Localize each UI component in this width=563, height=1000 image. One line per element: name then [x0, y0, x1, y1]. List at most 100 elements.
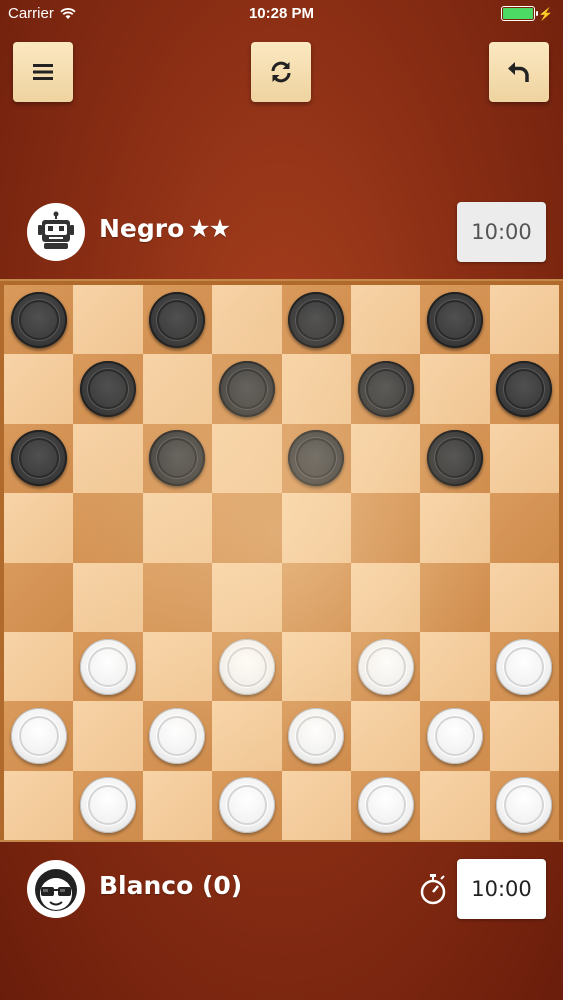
- black-checker-piece[interactable]: [149, 430, 206, 487]
- board-square[interactable]: [281, 770, 351, 840]
- board-square[interactable]: [4, 423, 74, 494]
- board-square[interactable]: [4, 701, 74, 771]
- board-square[interactable]: [4, 770, 74, 840]
- board-square[interactable]: [73, 631, 143, 702]
- board-square[interactable]: [142, 354, 213, 424]
- battery-icon: [501, 6, 539, 21]
- board-square[interactable]: [350, 770, 421, 840]
- board-square[interactable]: [73, 285, 143, 355]
- board-square[interactable]: [281, 701, 351, 771]
- board-square[interactable]: [420, 493, 490, 563]
- board-square[interactable]: [281, 354, 351, 424]
- black-checker-piece[interactable]: [426, 430, 483, 487]
- white-checker-piece[interactable]: [426, 707, 483, 764]
- black-checker-piece[interactable]: [496, 361, 553, 418]
- board-square[interactable]: [420, 423, 490, 494]
- board-square[interactable]: [73, 770, 143, 840]
- board-square[interactable]: [4, 631, 74, 702]
- refresh-icon: [271, 61, 291, 83]
- white-checker-piece[interactable]: [496, 638, 553, 695]
- black-checker-piece[interactable]: [218, 361, 275, 418]
- board-square[interactable]: [489, 423, 559, 494]
- checkers-board[interactable]: [4, 285, 559, 840]
- board-square[interactable]: [420, 701, 490, 771]
- board-square[interactable]: [350, 701, 421, 771]
- board-square[interactable]: [142, 285, 213, 355]
- black-checker-piece[interactable]: [10, 430, 67, 487]
- board-square[interactable]: [142, 631, 213, 702]
- black-checker-piece[interactable]: [288, 430, 345, 487]
- board-square[interactable]: [73, 493, 143, 563]
- board-square[interactable]: [489, 701, 559, 771]
- board-square[interactable]: [489, 354, 559, 424]
- board-square[interactable]: [281, 423, 351, 494]
- board-square[interactable]: [73, 423, 143, 494]
- board-square[interactable]: [281, 631, 351, 702]
- board-square[interactable]: [350, 354, 421, 424]
- board-square[interactable]: [212, 562, 282, 632]
- white-checker-piece[interactable]: [80, 638, 137, 695]
- board-square[interactable]: [142, 493, 213, 563]
- black-checker-piece[interactable]: [10, 291, 67, 348]
- board-square[interactable]: [142, 701, 213, 771]
- board-square[interactable]: [73, 354, 143, 424]
- white-checker-piece[interactable]: [496, 777, 553, 834]
- board-square[interactable]: [489, 493, 559, 563]
- opponent-name-label: Negro: [99, 214, 185, 243]
- board-square[interactable]: [212, 701, 282, 771]
- black-checker-piece[interactable]: [80, 361, 137, 418]
- white-checker-piece[interactable]: [218, 638, 275, 695]
- restart-button[interactable]: [251, 42, 311, 102]
- board-square[interactable]: [281, 562, 351, 632]
- undo-button[interactable]: [489, 42, 549, 102]
- board-square[interactable]: [4, 493, 74, 563]
- clock-time: 10:28 PM: [248, 5, 315, 22]
- board-square[interactable]: [4, 285, 74, 355]
- white-checker-piece[interactable]: [218, 777, 275, 834]
- white-checker-piece[interactable]: [80, 777, 137, 834]
- board-square[interactable]: [420, 354, 490, 424]
- board-square[interactable]: [489, 285, 559, 355]
- white-checker-piece[interactable]: [357, 638, 414, 695]
- board-square[interactable]: [420, 285, 490, 355]
- board-square[interactable]: [489, 562, 559, 632]
- robot-icon: [38, 211, 74, 249]
- white-checker-piece[interactable]: [149, 707, 206, 764]
- board-square[interactable]: [4, 354, 74, 424]
- white-checker-piece[interactable]: [288, 707, 345, 764]
- white-checker-piece[interactable]: [10, 707, 67, 764]
- board-square[interactable]: [281, 493, 351, 563]
- opponent-name: Negro ★★: [99, 214, 231, 243]
- white-checker-piece[interactable]: [357, 777, 414, 834]
- board-square[interactable]: [350, 493, 421, 563]
- board-square[interactable]: [212, 770, 282, 840]
- board-square[interactable]: [142, 562, 213, 632]
- board-square[interactable]: [142, 770, 213, 840]
- board-square[interactable]: [212, 423, 282, 494]
- board-square[interactable]: [420, 562, 490, 632]
- board-square[interactable]: [489, 631, 559, 702]
- board-square[interactable]: [420, 631, 490, 702]
- board-square[interactable]: [212, 493, 282, 563]
- board-square[interactable]: [281, 285, 351, 355]
- board-square[interactable]: [350, 631, 421, 702]
- black-checker-piece[interactable]: [357, 361, 414, 418]
- board-square[interactable]: [73, 701, 143, 771]
- board-square[interactable]: [212, 631, 282, 702]
- black-checker-piece[interactable]: [288, 291, 345, 348]
- board-square[interactable]: [350, 285, 421, 355]
- black-checker-piece[interactable]: [149, 291, 206, 348]
- board-square[interactable]: [73, 562, 143, 632]
- board-square[interactable]: [142, 423, 213, 494]
- board-square[interactable]: [4, 562, 74, 632]
- board-square[interactable]: [212, 285, 282, 355]
- menu-button[interactable]: [13, 42, 73, 102]
- board-square[interactable]: [350, 562, 421, 632]
- board-square[interactable]: [489, 770, 559, 840]
- stopwatch-icon: [420, 874, 446, 905]
- player-row: Blanco (0) 10:00: [0, 857, 563, 923]
- board-square[interactable]: [212, 354, 282, 424]
- board-square[interactable]: [420, 770, 490, 840]
- black-checker-piece[interactable]: [426, 291, 483, 348]
- board-square[interactable]: [350, 423, 421, 494]
